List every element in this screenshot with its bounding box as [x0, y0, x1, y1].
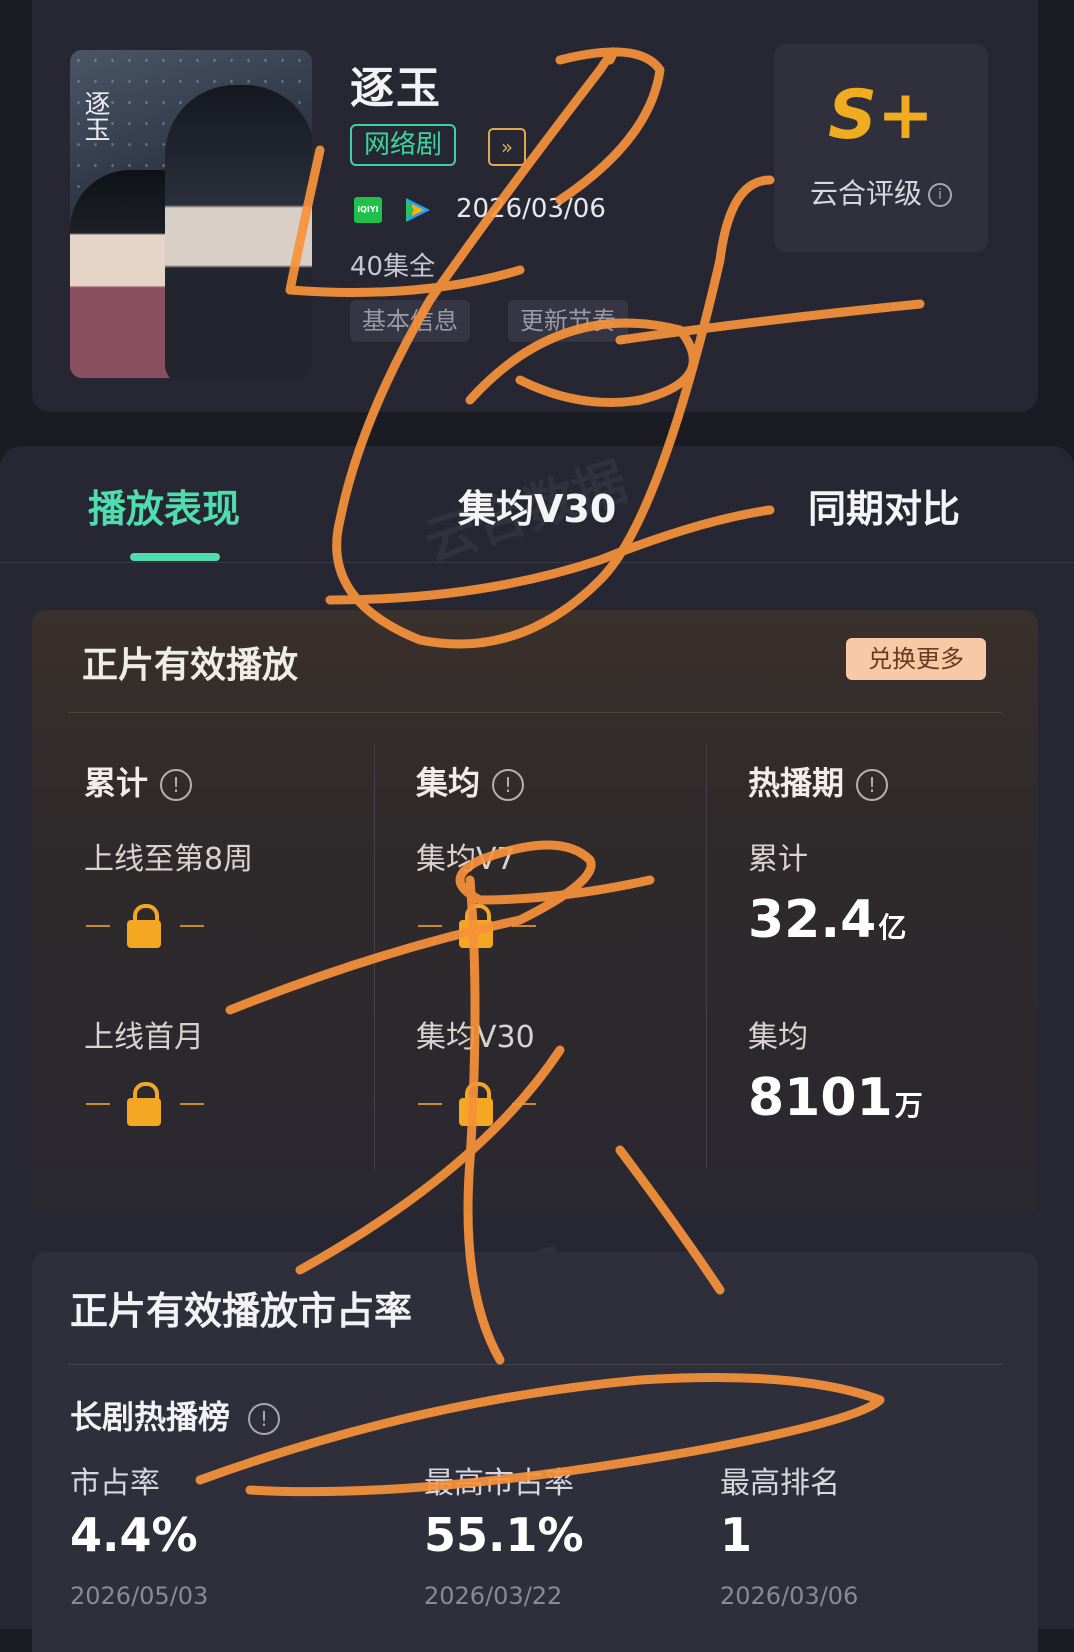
per-episode-heading: 集均! [416, 758, 525, 804]
update-rhythm-chip[interactable]: 更新节奏 [508, 300, 628, 342]
hot-period-heading: 热播期! [748, 758, 889, 804]
type-badge: 网络剧 [350, 124, 457, 166]
poster-title: 逐玉 [80, 90, 110, 142]
tencent-video-icon [406, 198, 430, 222]
tab-divider [0, 562, 1074, 563]
rating-label: 云合评级 i [774, 172, 988, 212]
hot-cumulative-unit: 亿 [878, 911, 907, 944]
cumulative-heading-text: 累计 [84, 764, 149, 802]
lock-icon[interactable] [86, 904, 204, 948]
show-title: 逐玉 [350, 63, 442, 114]
ranking-title: 长剧热播榜! [70, 1392, 281, 1438]
hot-cumulative-value: 32.4亿 [748, 890, 906, 950]
hot-per-episode-number: 8101 [748, 1068, 893, 1128]
info-icon[interactable]: ! [160, 769, 193, 801]
iqiyi-icon: iQIYI [354, 197, 382, 223]
lock-icon[interactable] [418, 1082, 536, 1126]
peak-share-date: 2026/03/22 [424, 1582, 563, 1610]
peak-share-value: 55.1% [424, 1508, 584, 1562]
per-episode-heading-text: 集均 [416, 764, 481, 802]
column-separator [374, 744, 375, 1170]
lock-icon[interactable] [418, 904, 536, 948]
rating-label-text: 云合评级 [809, 177, 922, 210]
lock-icon[interactable] [86, 1082, 204, 1126]
ranking-title-text: 长剧热播榜 [70, 1398, 231, 1436]
poster-image[interactable]: 逐玉 [70, 50, 312, 378]
share-value: 4.4% [70, 1508, 198, 1562]
share-label: 市占率 [70, 1466, 160, 1501]
release-date: 2026/03/06 [456, 194, 606, 224]
avg-v30-label: 集均V30 [416, 1020, 535, 1055]
peak-rank-value: 1 [720, 1508, 753, 1562]
cumulative-heading: 累计! [84, 758, 193, 804]
market-share-title: 正片有效播放市占率 [70, 1289, 413, 1333]
hot-cumulative-number: 32.4 [748, 890, 877, 950]
first-month-label: 上线首月 [84, 1020, 204, 1055]
tab-playback[interactable]: 播放表现 [88, 478, 240, 533]
exchange-more-button[interactable]: 兑换更多 [846, 638, 986, 680]
market-share-divider [68, 1364, 1002, 1365]
week8-label: 上线至第8周 [84, 842, 254, 877]
playback-title: 正片有效播放 [82, 645, 299, 686]
info-icon[interactable]: ! [248, 1403, 281, 1435]
hot-per-episode-label: 集均 [748, 1020, 808, 1055]
episode-count: 40集全 [350, 252, 436, 282]
tab-compare[interactable]: 同期对比 [808, 478, 960, 533]
hot-per-episode-unit: 万 [894, 1089, 923, 1122]
peak-rank-label: 最高排名 [720, 1466, 840, 1501]
info-icon[interactable]: i [928, 183, 952, 207]
share-date: 2026/05/03 [70, 1582, 209, 1610]
column-separator [706, 744, 707, 1170]
info-icon[interactable]: ! [492, 769, 525, 801]
peak-rank-date: 2026/03/06 [720, 1582, 859, 1610]
info-icon[interactable]: ! [856, 769, 889, 801]
poster-figure-male [165, 85, 312, 378]
hot-cumulative-label: 累计 [748, 842, 808, 877]
double-chevron-icon[interactable]: » [488, 128, 526, 166]
hot-per-episode-value: 8101万 [748, 1068, 923, 1128]
basic-info-chip[interactable]: 基本信息 [350, 300, 470, 342]
rating-value: S+ [828, 76, 934, 155]
avg-v7-label: 集均V7 [416, 842, 516, 877]
playback-divider [68, 712, 1002, 713]
peak-share-label: 最高市占率 [424, 1466, 574, 1501]
hot-period-heading-text: 热播期 [748, 764, 845, 802]
active-tab-indicator [130, 553, 220, 561]
